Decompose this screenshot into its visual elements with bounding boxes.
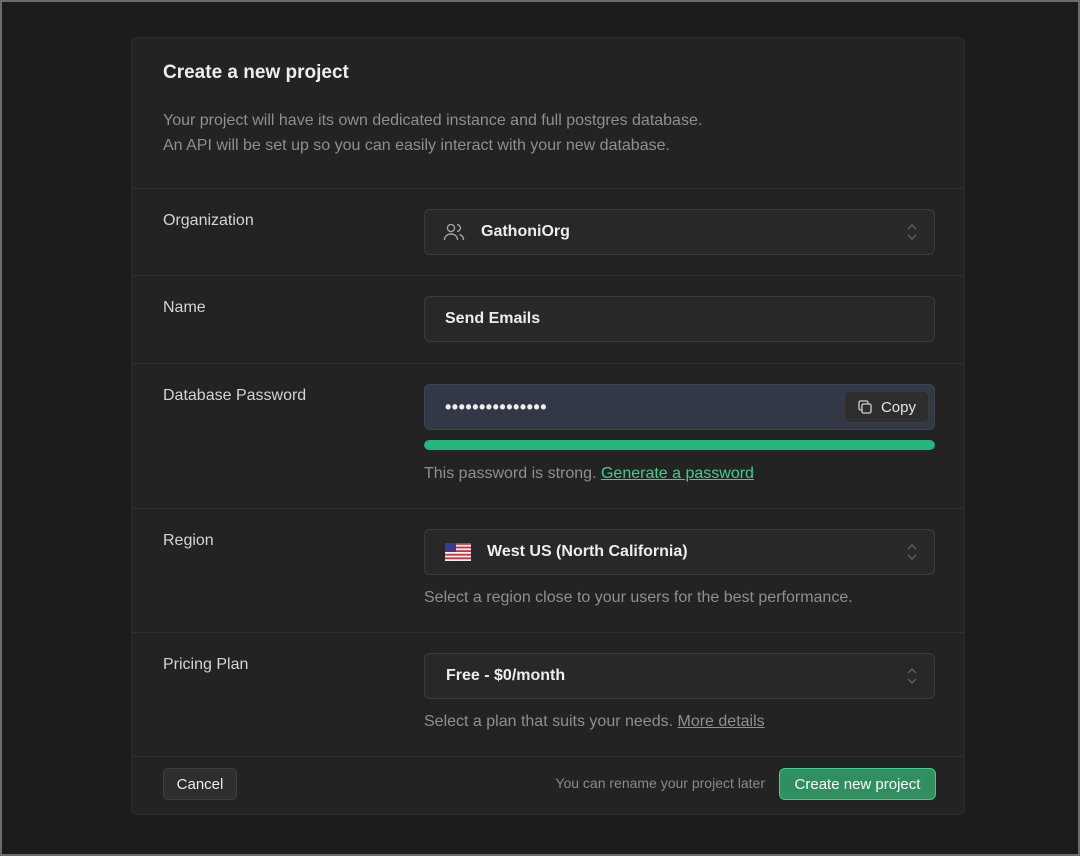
region-row: Region West US (North California) Select…: [132, 509, 964, 633]
password-value: •••••••••••••••: [445, 396, 548, 417]
organization-value: GathoniOrg: [481, 223, 570, 240]
password-strength-text: This password is strong.: [424, 465, 597, 482]
cancel-button[interactable]: Cancel: [163, 768, 237, 800]
organization-label: Organization: [163, 212, 254, 229]
us-flag-icon: [445, 543, 471, 561]
name-value: Send Emails: [445, 310, 541, 327]
copy-icon: [858, 400, 872, 414]
organization-select[interactable]: GathoniOrg: [424, 209, 935, 255]
copy-button[interactable]: Copy: [843, 391, 929, 423]
pricing-helper-text: Select a plan that suits your needs.: [424, 713, 674, 730]
password-helper: This password is strong. Generate a pass…: [424, 465, 754, 483]
users-icon: [443, 222, 465, 242]
dialog-description: Your project will have its own dedicated…: [163, 108, 933, 158]
description-line-2: An API will be set up so you can easily …: [163, 137, 670, 154]
pricing-select[interactable]: Free - $0/month: [424, 653, 935, 699]
pricing-value: Free - $0/month: [446, 667, 566, 684]
chevron-updown-icon: [907, 667, 917, 685]
create-project-button[interactable]: Create new project: [779, 768, 936, 800]
name-label: Name: [163, 299, 206, 316]
password-label: Database Password: [163, 387, 307, 404]
password-strength-fill: [424, 440, 935, 450]
copy-label: Copy: [880, 398, 916, 416]
organization-row: Organization GathoniOrg: [132, 189, 964, 276]
name-row: Name Send Emails: [132, 276, 964, 364]
password-input[interactable]: ••••••••••••••• Copy: [424, 384, 935, 430]
rename-note: You can rename your project later: [555, 775, 765, 791]
pricing-helper: Select a plan that suits your needs. Mor…: [424, 713, 765, 731]
pricing-row: Pricing Plan Free - $0/month Select a pl…: [132, 633, 964, 757]
dialog-footer: Cancel You can rename your project later…: [132, 754, 964, 814]
chevron-updown-icon: [907, 223, 917, 241]
password-strength-bar: [424, 440, 935, 450]
region-value: West US (North California): [487, 543, 688, 560]
dialog-title: Create a new project: [163, 62, 349, 83]
pricing-label: Pricing Plan: [163, 656, 249, 673]
generate-password-link[interactable]: Generate a password: [601, 465, 754, 482]
region-select[interactable]: West US (North California): [424, 529, 935, 575]
region-helper: Select a region close to your users for …: [424, 589, 853, 606]
create-project-dialog: Create a new project Your project will h…: [131, 37, 965, 815]
chevron-updown-icon: [907, 543, 917, 561]
dialog-header: Create a new project Your project will h…: [132, 38, 964, 189]
description-line-1: Your project will have its own dedicated…: [163, 112, 703, 129]
password-row: Database Password ••••••••••••••• Copy T…: [132, 364, 964, 509]
name-input[interactable]: Send Emails: [424, 296, 935, 342]
more-details-link[interactable]: More details: [678, 713, 765, 730]
region-label: Region: [163, 532, 214, 549]
